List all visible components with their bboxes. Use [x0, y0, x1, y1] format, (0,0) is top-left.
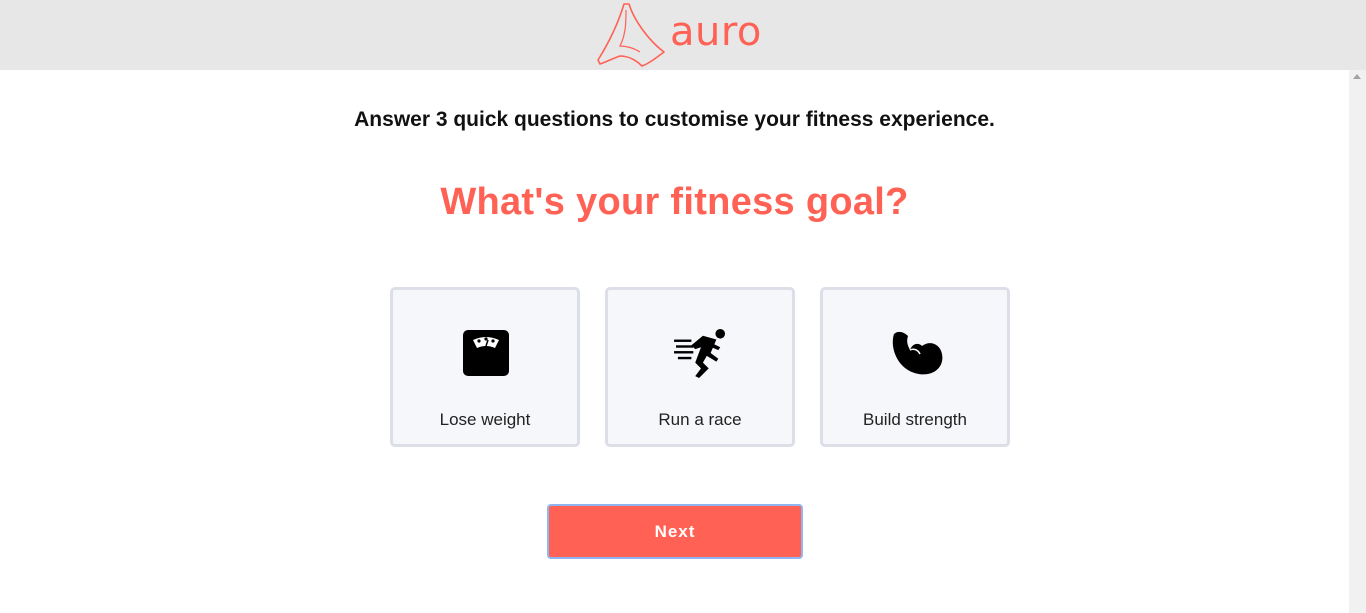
scale-icon	[463, 330, 509, 376]
scroll-up-arrow-icon[interactable]	[1353, 74, 1361, 79]
runner-icon	[674, 328, 726, 378]
flexed-bicep-icon	[892, 331, 943, 375]
auro-peak-logo-icon	[597, 3, 665, 67]
goal-options: Lose weight Run a race Build strength	[390, 287, 1010, 447]
option-label: Lose weight	[439, 410, 531, 429]
option-label: Run a race	[658, 410, 742, 429]
option-run-a-race[interactable]: Run a race	[605, 287, 795, 447]
vertical-scrollbar[interactable]	[1349, 70, 1366, 613]
option-build-strength[interactable]: Build strength	[820, 287, 1010, 447]
next-button[interactable]: Next	[547, 504, 803, 559]
brand-name: auro	[670, 9, 762, 55]
question-heading: What's your fitness goal?	[440, 181, 909, 223]
intro-text: Answer 3 quick questions to customise yo…	[354, 108, 995, 131]
option-label: Build strength	[863, 410, 967, 429]
option-lose-weight[interactable]: Lose weight	[390, 287, 580, 447]
auro-logo[interactable]: auro	[596, 2, 762, 68]
top-header-bar: auro	[0, 0, 1366, 70]
